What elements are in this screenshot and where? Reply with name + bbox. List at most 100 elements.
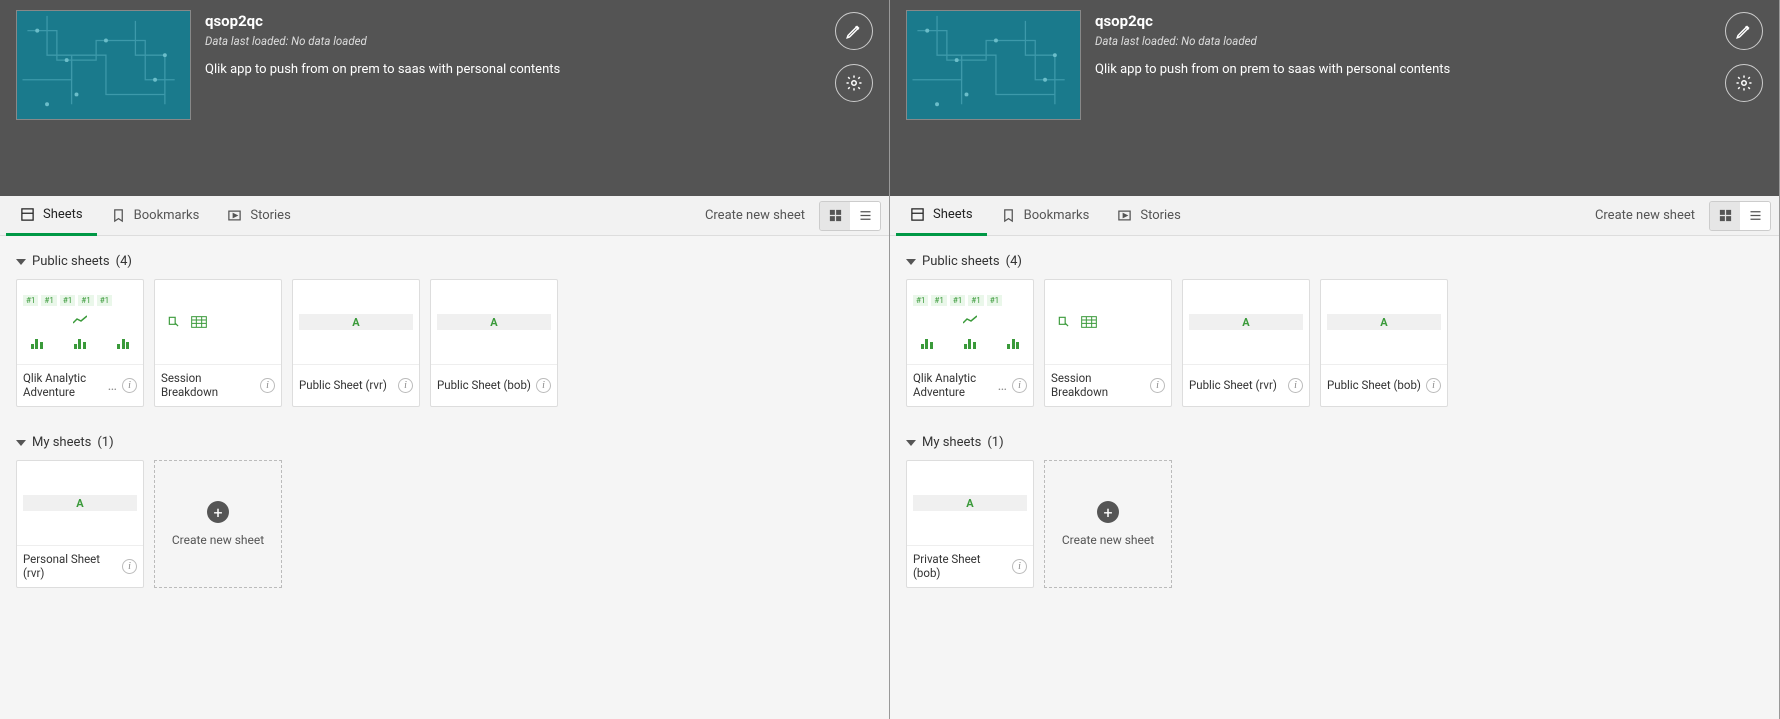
edit-button[interactable]: [835, 12, 873, 50]
kpi-tag: #1: [950, 295, 965, 306]
settings-button[interactable]: [1725, 64, 1763, 102]
tab-sheets[interactable]: Sheets: [896, 196, 987, 236]
create-new-sheet-link[interactable]: Create new sheet: [1595, 208, 1703, 223]
kpi-tag: #1: [60, 295, 75, 306]
export-icon: [167, 315, 181, 329]
info-icon[interactable]: i: [536, 378, 551, 393]
left-pane: qsop2qc Data last loaded: No data loaded…: [0, 0, 890, 719]
plus-icon: +: [1097, 501, 1119, 523]
content-area: Public sheets (4) #1 #1 #1 #1 #1: [890, 236, 1779, 719]
info-icon[interactable]: i: [1426, 378, 1441, 393]
table-icon: [1081, 316, 1097, 328]
info-icon[interactable]: i: [1288, 378, 1303, 393]
info-icon[interactable]: i: [1150, 378, 1165, 393]
create-new-sheet-link[interactable]: Create new sheet: [705, 208, 813, 223]
grid-icon: [1718, 208, 1733, 223]
settings-button[interactable]: [835, 64, 873, 102]
sheet-card[interactable]: A Personal Sheet (rvr) i: [16, 460, 144, 588]
grid-view-button[interactable]: [820, 202, 850, 230]
sheet-card[interactable]: A Private Sheet (bob) i: [906, 460, 1034, 588]
sheet-card[interactable]: #1 #1 #1 #1 #1 Qlik Analytic Adventure: [16, 279, 144, 407]
caret-down-icon: [906, 440, 916, 446]
info-icon[interactable]: i: [122, 378, 137, 393]
app-last-loaded: Data last loaded: No data loaded: [1095, 34, 1763, 48]
bookmark-icon: [111, 208, 126, 223]
more-icon[interactable]: …: [108, 378, 118, 394]
tab-stories[interactable]: Stories: [1103, 196, 1194, 236]
my-sheets-header[interactable]: My sheets (1): [16, 435, 873, 450]
create-new-sheet-card[interactable]: + Create new sheet: [154, 460, 282, 588]
kpi-tag: #1: [931, 295, 946, 306]
text-block-icon: A: [23, 495, 137, 511]
export-icon: [1057, 315, 1071, 329]
public-sheets-row: #1 #1 #1 #1 #1 Qlik Analytic Adventure: [906, 279, 1763, 407]
gear-icon: [845, 74, 863, 92]
stories-icon: [1117, 208, 1132, 223]
tab-bookmarks[interactable]: Bookmarks: [97, 196, 214, 236]
list-view-button[interactable]: [850, 202, 880, 230]
gear-icon: [1735, 74, 1753, 92]
caret-down-icon: [16, 440, 26, 446]
info-icon[interactable]: i: [122, 559, 137, 574]
tab-label: Sheets: [933, 207, 973, 222]
text-block-icon: A: [299, 314, 413, 330]
tab-stories[interactable]: Stories: [213, 196, 304, 236]
sheet-card[interactable]: A Public Sheet (bob) i: [1320, 279, 1448, 407]
sheet-label: Public Sheet (bob): [1327, 379, 1422, 393]
list-icon: [858, 208, 873, 223]
table-icon: [191, 316, 207, 328]
public-sheets-header[interactable]: Public sheets (4): [16, 254, 873, 269]
text-block-icon: A: [913, 495, 1027, 511]
tab-sheets[interactable]: Sheets: [6, 196, 97, 236]
sheet-label: Qlik Analytic Adventure: [913, 372, 994, 400]
kpi-tag: #1: [968, 295, 983, 306]
bookmark-icon: [1001, 208, 1016, 223]
app-thumbnail: [16, 10, 191, 120]
edit-button[interactable]: [1725, 12, 1763, 50]
info-icon[interactable]: i: [398, 378, 413, 393]
my-sheets-row: A Private Sheet (bob) i + Create new she…: [906, 460, 1763, 588]
caret-down-icon: [906, 259, 916, 265]
grid-view-button[interactable]: [1710, 202, 1740, 230]
list-view-button[interactable]: [1740, 202, 1770, 230]
app-header-text: qsop2qc Data last loaded: No data loaded…: [1095, 10, 1763, 77]
section-label: My sheets: [32, 435, 91, 450]
app-last-loaded: Data last loaded: No data loaded: [205, 34, 873, 48]
sheets-icon: [910, 207, 925, 222]
bar-chart-icon: [117, 337, 129, 349]
app-header: qsop2qc Data last loaded: No data loaded…: [0, 0, 889, 196]
info-icon[interactable]: i: [260, 378, 275, 393]
sheet-card[interactable]: Session Breakdown i: [154, 279, 282, 407]
info-icon[interactable]: i: [1012, 559, 1027, 574]
public-sheets-header[interactable]: Public sheets (4): [906, 254, 1763, 269]
sheet-label: Session Breakdown: [1051, 372, 1146, 400]
sheet-label: Qlik Analytic Adventure: [23, 372, 104, 400]
tab-label: Sheets: [43, 207, 83, 222]
bar-chart-icon: [921, 337, 933, 349]
view-toggle: [819, 201, 881, 231]
sheet-card[interactable]: #1 #1 #1 #1 #1 Qlik Analytic Adventure: [906, 279, 1034, 407]
tabs: Sheets Bookmarks Stories: [6, 196, 305, 236]
info-icon[interactable]: i: [1012, 378, 1027, 393]
tab-bookmarks[interactable]: Bookmarks: [987, 196, 1104, 236]
line-chart-icon: [963, 315, 977, 325]
tab-label: Stories: [250, 208, 290, 223]
plus-icon: +: [207, 501, 229, 523]
sheet-card[interactable]: A Public Sheet (rvr) i: [292, 279, 420, 407]
line-chart-icon: [73, 315, 87, 325]
pencil-icon: [845, 22, 863, 40]
my-sheets-header[interactable]: My sheets (1): [906, 435, 1763, 450]
list-icon: [1748, 208, 1763, 223]
more-icon[interactable]: …: [998, 378, 1008, 394]
sheet-card[interactable]: A Public Sheet (rvr) i: [1182, 279, 1310, 407]
section-count: (4): [116, 254, 132, 269]
sheet-card[interactable]: Session Breakdown i: [1044, 279, 1172, 407]
section-count: (1): [987, 435, 1003, 450]
header-action-buttons: [1725, 12, 1763, 102]
toolbar: Sheets Bookmarks Stories Create new shee…: [0, 196, 889, 236]
new-sheet-label: Create new sheet: [1062, 533, 1154, 547]
app-thumbnail: [906, 10, 1081, 120]
create-new-sheet-card[interactable]: + Create new sheet: [1044, 460, 1172, 588]
sheet-card[interactable]: A Public Sheet (bob) i: [430, 279, 558, 407]
kpi-tag: #1: [41, 295, 56, 306]
